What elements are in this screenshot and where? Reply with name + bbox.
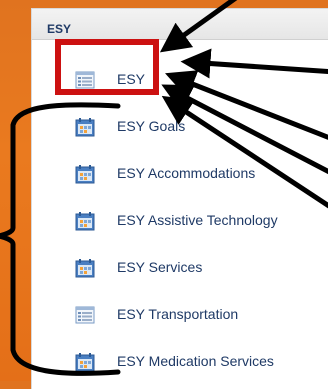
calendar-icon (75, 259, 95, 278)
panel-title: ESY (47, 22, 72, 36)
list-page-icon (75, 306, 95, 324)
calendar-icon (75, 353, 95, 372)
menu-item-label: ESY Goals (117, 118, 186, 134)
calendar-icon (75, 212, 95, 231)
panel-header: ESY (32, 9, 328, 40)
menu-item-esy[interactable]: ESY (32, 62, 328, 102)
menu-item-esy-transportation[interactable]: ESY Transportation (32, 297, 328, 337)
menu-item-label: ESY Accommodations (117, 165, 256, 181)
menu-item-label: ESY Transportation (117, 306, 239, 322)
menu-item-label: ESY Services (117, 259, 203, 275)
menu-item-label: ESY Medication Services (117, 353, 274, 369)
menu-item-esy-medication-services[interactable]: ESY Medication Services (32, 344, 328, 384)
calendar-icon (75, 165, 95, 184)
menu-item-label: ESY Assistive Technology (117, 212, 278, 228)
menu-item-esy-goals[interactable]: ESY Goals (32, 109, 328, 149)
esy-menu-panel: ESY ESY ESY Goals ESY Accommodations ESY… (31, 8, 328, 389)
menu-item-label: ESY (117, 71, 146, 87)
menu-item-esy-assistive-technology[interactable]: ESY Assistive Technology (32, 203, 328, 243)
menu-item-esy-accommodations[interactable]: ESY Accommodations (32, 156, 328, 196)
list-page-icon (75, 71, 95, 89)
menu-item-esy-services[interactable]: ESY Services (32, 250, 328, 290)
calendar-icon (75, 118, 95, 137)
